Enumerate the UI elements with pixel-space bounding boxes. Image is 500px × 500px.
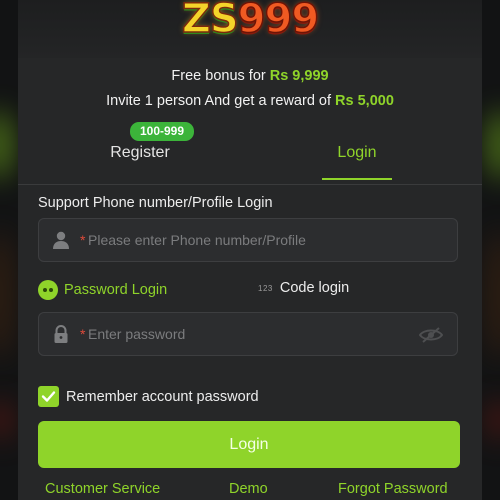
password-login-label: Password Login (64, 282, 168, 298)
forgot-password-link[interactable]: Forgot Password (338, 481, 448, 497)
backdrop-glow (0, 400, 12, 440)
remember-label: Remember account password (66, 388, 259, 405)
remember-password[interactable]: Remember account password (38, 386, 259, 407)
password-placeholder: Enter password (88, 326, 186, 342)
active-tab-indicator (322, 178, 392, 180)
login-modal: ZS999 Free bonus for Rs 9,999 Invite 1 p… (18, 0, 482, 500)
backdrop-glow (0, 110, 12, 180)
demo-link[interactable]: Demo (229, 481, 268, 497)
remember-checkbox[interactable] (38, 386, 59, 407)
promo-bonus-text: Free bonus for (171, 68, 270, 84)
numeric-code-icon: 123 (258, 283, 273, 293)
promo-invite-amount: Rs 5,000 (335, 93, 394, 109)
password-login-option[interactable]: Password Login (38, 280, 167, 300)
code-login-option[interactable]: 123 Code login (258, 280, 349, 296)
customer-service-link[interactable]: Customer Service (45, 481, 160, 497)
login-button[interactable]: Login (38, 421, 460, 468)
code-login-label: Code login (279, 280, 350, 296)
required-mark: * (80, 326, 86, 342)
required-mark: * (80, 232, 86, 248)
backdrop-glow (0, 230, 12, 360)
backdrop-glow (488, 230, 500, 360)
logo: ZS999 (18, 0, 482, 44)
tab-login[interactable]: Login (318, 144, 396, 162)
checkmark-icon (41, 391, 56, 402)
register-bonus-badge: 100-999 (130, 122, 194, 141)
tab-register[interactable]: Register (100, 144, 180, 162)
password-dots-icon (38, 280, 58, 300)
promo-bonus-amount: Rs 9,999 (269, 68, 329, 84)
promo-invite-text: Invite 1 person And get a reward of (106, 93, 336, 109)
backdrop-glow (488, 110, 500, 180)
tabs-divider (18, 184, 482, 185)
eye-hidden-icon[interactable] (419, 326, 443, 344)
logo-text: ZS (181, 0, 239, 43)
backdrop-glow (488, 400, 500, 440)
user-icon (53, 231, 69, 249)
modal-header: ZS999 (18, 0, 482, 58)
logo-number: 999 (237, 0, 320, 43)
promo-bonus: Free bonus for Rs 9,999 (18, 68, 482, 84)
password-input[interactable]: * Enter password (38, 312, 458, 356)
lock-icon (54, 325, 68, 343)
account-field-label: Support Phone number/Profile Login (38, 195, 273, 211)
promo-invite: Invite 1 person And get a reward of Rs 5… (18, 93, 482, 109)
phone-placeholder: Please enter Phone number/Profile (88, 232, 306, 248)
phone-input[interactable]: * Please enter Phone number/Profile (38, 218, 458, 262)
